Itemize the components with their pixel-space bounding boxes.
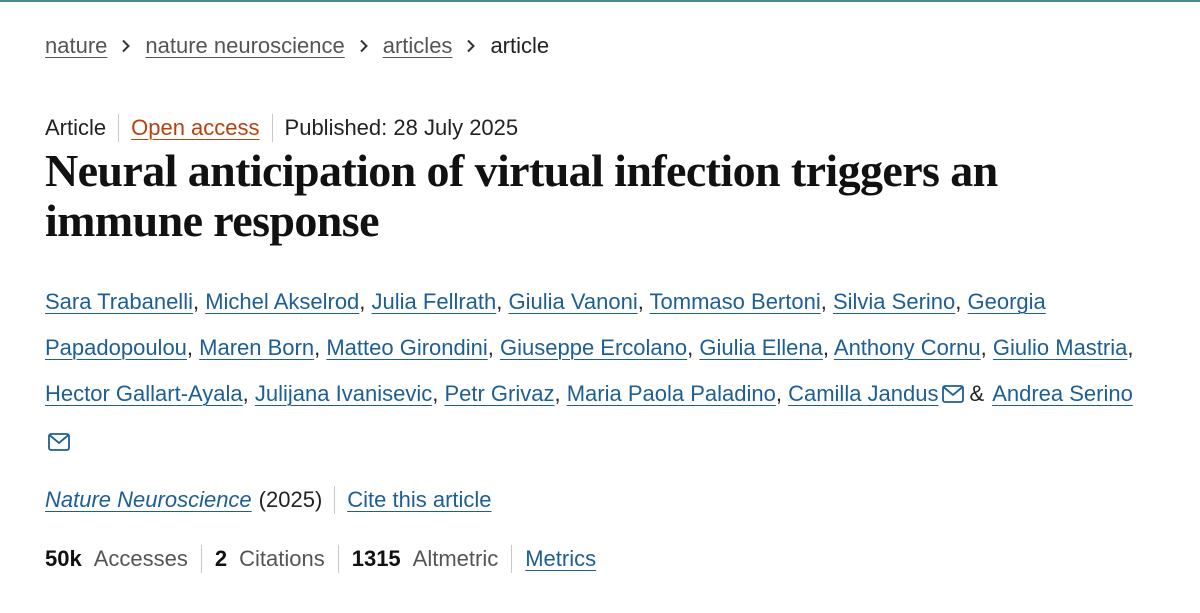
author-separator: , bbox=[496, 289, 509, 314]
breadcrumb-link-articles[interactable]: articles bbox=[383, 32, 453, 60]
author-link[interactable]: Julia Fellrath bbox=[372, 289, 497, 314]
metrics-row: 50k Accesses 2 Citations 1315 Altmetric … bbox=[45, 545, 596, 573]
author-link[interactable]: Anthony Cornu bbox=[834, 335, 981, 360]
author-separator: , bbox=[1127, 335, 1134, 360]
author-separator: , bbox=[687, 335, 700, 360]
chevron-right-icon bbox=[452, 39, 490, 53]
top-accent-rule bbox=[0, 0, 1200, 2]
metrics-link[interactable]: Metrics bbox=[525, 545, 596, 573]
author-link[interactable]: Hector Gallart-Ayala bbox=[45, 381, 243, 406]
chevron-right-icon bbox=[345, 39, 383, 53]
author-separator: , bbox=[186, 335, 200, 360]
cite-article-link[interactable]: Cite this article bbox=[347, 486, 491, 514]
citation-row: Nature Neuroscience (2025) Cite this art… bbox=[45, 486, 492, 514]
citations-label: Citations bbox=[239, 546, 325, 571]
author-link[interactable]: Petr Grivaz bbox=[444, 381, 554, 406]
author-link[interactable]: Tommaso Bertoni bbox=[650, 289, 821, 314]
author-separator: , bbox=[637, 289, 650, 314]
divider bbox=[200, 545, 202, 573]
breadcrumb-link-nature-neuroscience[interactable]: nature neuroscience bbox=[145, 32, 344, 60]
publication-year: (2025) bbox=[258, 487, 323, 512]
author-separator: , bbox=[820, 289, 833, 314]
author-separator: , bbox=[980, 335, 993, 360]
mail-icon[interactable] bbox=[48, 421, 70, 467]
author-link[interactable]: Silvia Serino bbox=[833, 289, 955, 314]
author-separator: , bbox=[775, 381, 789, 406]
journal-link[interactable]: Nature Neuroscience bbox=[45, 486, 252, 514]
altmetric-count: 1315 bbox=[351, 546, 401, 571]
author-link[interactable]: Maren Born bbox=[199, 335, 314, 360]
author-link[interactable]: Andrea Serino bbox=[992, 381, 1133, 406]
author-separator: , bbox=[822, 335, 834, 360]
author-link[interactable]: Maria Paola Paladino bbox=[567, 381, 776, 406]
author-link[interactable]: Giulio Mastria bbox=[993, 335, 1127, 360]
author-list: Sara Trabanelli, Michel Akselrod, Julia … bbox=[45, 279, 1155, 467]
author-link[interactable]: Giuseppe Ercolano bbox=[500, 335, 687, 360]
author-separator: , bbox=[242, 381, 255, 406]
divider bbox=[334, 486, 336, 514]
author-link[interactable]: Sara Trabanelli bbox=[45, 289, 193, 314]
author-separator: , bbox=[359, 289, 372, 314]
published-date: Published: 28 July 2025 bbox=[284, 115, 519, 140]
author-separator: , bbox=[554, 381, 567, 406]
author-link[interactable]: Giulia Vanoni bbox=[508, 289, 637, 314]
breadcrumb-link-nature[interactable]: nature bbox=[45, 32, 107, 60]
author-link[interactable]: Michel Akselrod bbox=[205, 289, 359, 314]
author-separator: , bbox=[487, 335, 500, 360]
author-link[interactable]: Matteo Girondini bbox=[326, 335, 487, 360]
author-link[interactable]: Giulia Ellena bbox=[699, 335, 823, 360]
article-meta: Article Open access Published: 28 July 2… bbox=[45, 114, 530, 142]
author-link[interactable]: Camilla Jandus bbox=[788, 381, 938, 406]
author-ampersand: & bbox=[969, 381, 985, 406]
author-link[interactable]: Julijana Ivanisevic bbox=[255, 381, 432, 406]
open-access-link[interactable]: Open access bbox=[119, 114, 271, 142]
accesses-count: 50k bbox=[45, 546, 82, 571]
article-title: Neural anticipation of virtual infection… bbox=[45, 145, 998, 246]
author-separator: , bbox=[432, 381, 445, 406]
altmetric-label: Altmetric bbox=[412, 546, 499, 571]
chevron-right-icon bbox=[107, 39, 145, 53]
citations-count: 2 bbox=[214, 546, 228, 571]
divider bbox=[337, 545, 339, 573]
breadcrumb: nature nature neuroscience articles arti… bbox=[45, 32, 549, 60]
breadcrumb-current: article bbox=[490, 33, 550, 58]
accesses-label: Accesses bbox=[93, 546, 188, 571]
author-separator: , bbox=[314, 335, 327, 360]
author-separator: , bbox=[192, 289, 206, 314]
mail-icon[interactable] bbox=[941, 373, 964, 419]
author-separator: , bbox=[955, 289, 968, 314]
divider bbox=[511, 545, 513, 573]
article-type: Article bbox=[45, 115, 107, 140]
